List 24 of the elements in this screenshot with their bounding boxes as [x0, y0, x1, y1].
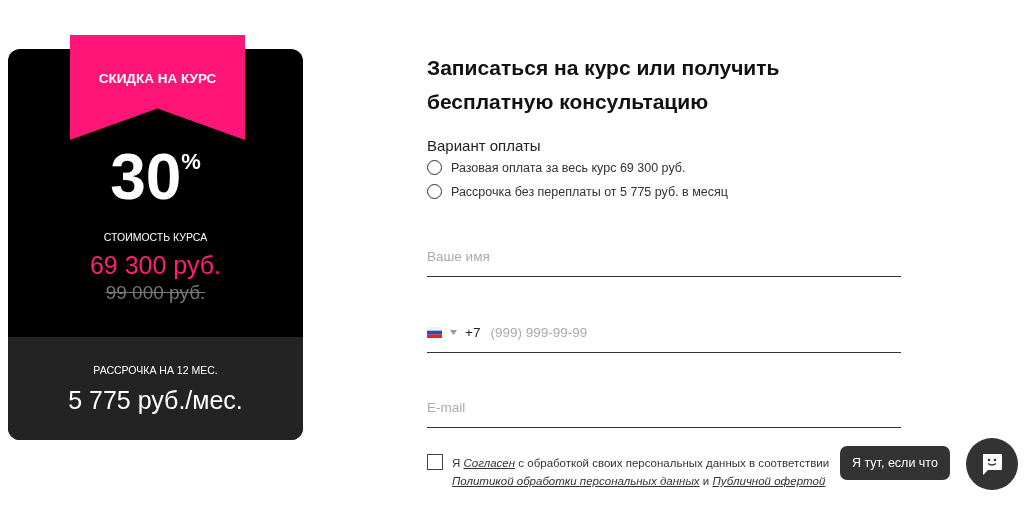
consent-link[interactable]: Политикой обработки персональных данных [452, 475, 700, 487]
name-field[interactable]: Ваше имя [427, 237, 901, 277]
payment-option[interactable]: Разовая оплата за весь курс 69 300 руб. [427, 160, 901, 175]
payment-option[interactable]: Рассрочка без переплаты от 5 775 руб. в месяц [427, 184, 901, 199]
percent-sign: % [181, 149, 201, 174]
chat-button[interactable] [966, 438, 1018, 490]
installment-label: РАССРОЧКА НА 12 МЕС. [93, 364, 218, 376]
form-title: Записаться на курс или получить бесплатную консультацию [427, 55, 781, 115]
consent-link[interactable]: Публичной офертой [712, 475, 826, 487]
consent-checkbox[interactable] [427, 454, 443, 470]
flag-icon [427, 326, 442, 338]
caret-icon[interactable] [450, 329, 457, 335]
old-price: 99 000 руб. [105, 282, 206, 304]
payment-label: Вариант оплаты [427, 137, 542, 154]
discount-value: 30 [110, 145, 182, 209]
email-field[interactable]: E-mail [427, 388, 901, 428]
discount-price: 69 300 руб. [89, 251, 222, 280]
phone-prefix: +7 [465, 324, 481, 340]
chat-tooltip: Я тут, если что [840, 446, 950, 480]
chat-icon [980, 452, 1004, 476]
consent-link[interactable]: Согласен [463, 457, 516, 469]
phone-field[interactable]: (999) 999-99-99 [488, 323, 901, 341]
price-label: СТОИМОСТЬ КУРСА [103, 231, 208, 243]
installment-price: 5 775 руб./мес. [68, 386, 243, 415]
